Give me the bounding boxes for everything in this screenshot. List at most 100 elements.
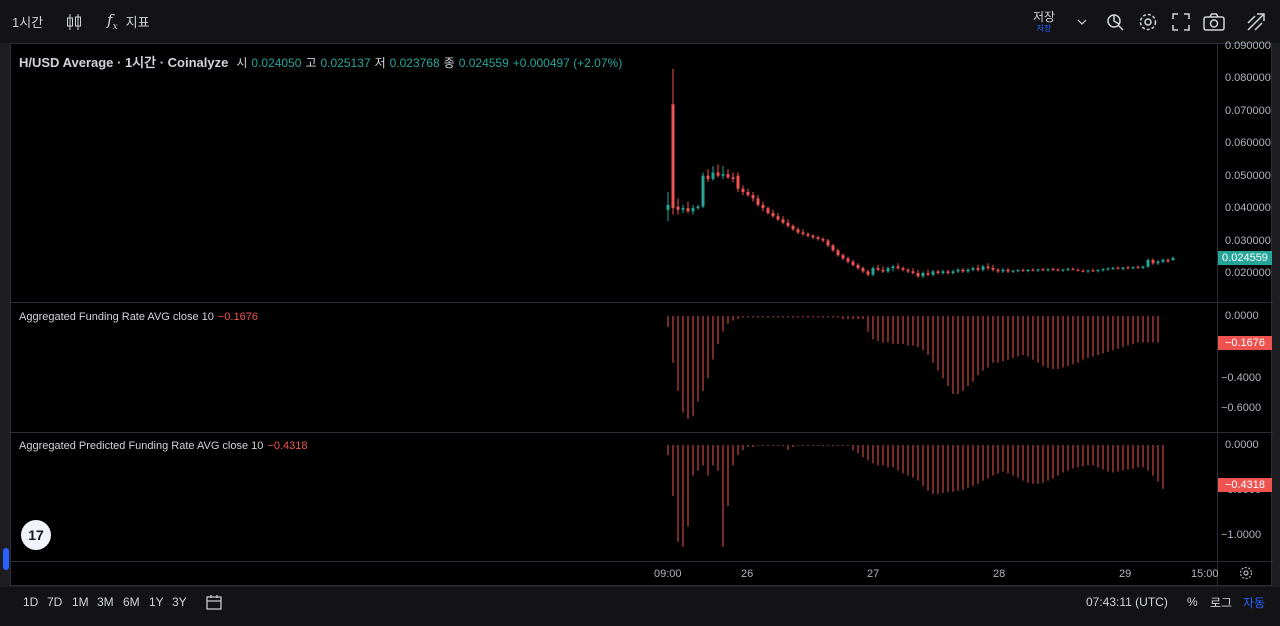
replay-icon[interactable] [1104, 11, 1126, 33]
candle [1016, 269, 1020, 273]
low-label: 저 [374, 56, 386, 70]
candle [1031, 268, 1035, 272]
range-3y[interactable]: 3Y [172, 587, 187, 617]
candle [716, 164, 720, 178]
tradingview-logo[interactable]: 17 [21, 520, 51, 550]
candle [906, 268, 910, 273]
candle [766, 206, 770, 215]
price-axis-divider [1217, 44, 1218, 587]
open-value: 0.024050 [251, 56, 302, 70]
candle [821, 237, 825, 243]
candle [916, 269, 920, 278]
pane-divider-2[interactable] [11, 432, 1273, 433]
chevron-down-icon[interactable] [1071, 11, 1093, 33]
funding-name[interactable]: Aggregated Funding Rate AVG close 10 [19, 311, 214, 323]
axis-settings-icon[interactable] [1239, 566, 1253, 585]
fx-icon: fx [107, 11, 118, 32]
camera-icon[interactable] [1203, 11, 1225, 33]
candle [956, 268, 960, 273]
candle [866, 269, 870, 277]
candle [1166, 258, 1170, 263]
candle [876, 264, 880, 272]
funding-value-tag: −0.1676 [1218, 336, 1272, 350]
candle [776, 213, 780, 222]
range-7d[interactable]: 7D [47, 587, 62, 617]
candle [801, 229, 805, 236]
save-button[interactable]: 저장 저장 [1027, 10, 1061, 34]
log-toggle[interactable]: 로그 [1210, 587, 1232, 617]
predicted-value-tag: −0.4318 [1218, 478, 1272, 492]
candle [986, 263, 990, 270]
save-label: 저장 [1032, 10, 1056, 24]
fullscreen-icon[interactable] [1170, 11, 1192, 33]
candle [1156, 260, 1160, 265]
predicted-tick: 0.0000 [1225, 439, 1259, 451]
date-range-icon[interactable] [206, 587, 224, 617]
low-value: 0.023768 [389, 56, 440, 70]
range-6m[interactable]: 6M [123, 587, 140, 617]
symbol-title[interactable]: H/USD Average · 1시간 · Coinalyze [19, 52, 228, 71]
pane-divider-1[interactable] [11, 302, 1273, 303]
range-1m[interactable]: 1M [72, 587, 89, 617]
publish-icon[interactable] [1245, 11, 1267, 33]
indicators-button[interactable]: fx 지표 [107, 0, 150, 43]
candle [666, 191, 670, 222]
candle [1081, 269, 1085, 273]
candle [686, 201, 690, 214]
gear-icon[interactable] [1137, 11, 1159, 33]
range-1d[interactable]: 1D [23, 587, 38, 617]
funding-value: −0.1676 [217, 311, 258, 323]
candle [851, 260, 855, 267]
candle [871, 266, 875, 277]
candle [816, 235, 820, 241]
candle [721, 165, 725, 179]
predicted-name[interactable]: Aggregated Predicted Funding Rate AVG cl… [19, 440, 263, 452]
candle [1056, 268, 1060, 272]
candle [1106, 267, 1110, 271]
candle [1071, 267, 1075, 271]
time-tick: 28 [993, 568, 1006, 580]
candle [1011, 269, 1015, 273]
utc-clock[interactable]: 07:43:11 (UTC) [1086, 587, 1168, 617]
candle [961, 268, 965, 273]
candle [751, 191, 755, 202]
candle [1076, 268, 1080, 272]
candle [711, 165, 715, 181]
price-tick: 0.020000 [1225, 267, 1271, 279]
candle [701, 172, 705, 209]
candle [1111, 266, 1115, 271]
predicted-value: −0.4318 [267, 440, 308, 452]
candle [941, 269, 945, 275]
candle [881, 266, 885, 273]
range-1y[interactable]: 1Y [149, 587, 164, 617]
candle [1096, 269, 1100, 273]
drawing-toolbar-handle[interactable] [3, 548, 9, 570]
candles-icon[interactable] [63, 11, 85, 33]
auto-toggle[interactable]: 자동 [1243, 587, 1265, 617]
candle [826, 238, 830, 248]
candle [1086, 269, 1090, 273]
chart-area[interactable]: H/USD Average · 1시간 · Coinalyze 시 0.02405… [10, 40, 1273, 587]
main-legend: H/USD Average · 1시간 · Coinalyze 시 0.02405… [19, 52, 622, 71]
candle [1041, 267, 1045, 272]
funding-tick: −0.6000 [1221, 402, 1262, 414]
candle [1051, 267, 1055, 271]
candle [911, 268, 915, 275]
percent-toggle[interactable]: % [1187, 587, 1198, 617]
candle [976, 264, 980, 272]
price-tick: 0.040000 [1225, 202, 1271, 214]
range-3m[interactable]: 3M [97, 587, 114, 617]
candle [1141, 265, 1145, 270]
change-value: +0.000497 (+2.07%) [512, 56, 623, 70]
candle [861, 266, 865, 273]
candle [971, 266, 975, 272]
candle [1101, 268, 1105, 272]
candle [726, 169, 730, 179]
funding-legend: Aggregated Funding Rate AVG close 10 −0.1… [19, 311, 258, 323]
candle [761, 201, 765, 212]
price-tick: 0.050000 [1225, 170, 1271, 182]
candle [991, 264, 995, 272]
candle [901, 266, 905, 272]
interval-button[interactable]: 1시간 [12, 0, 43, 43]
candle [836, 248, 840, 257]
